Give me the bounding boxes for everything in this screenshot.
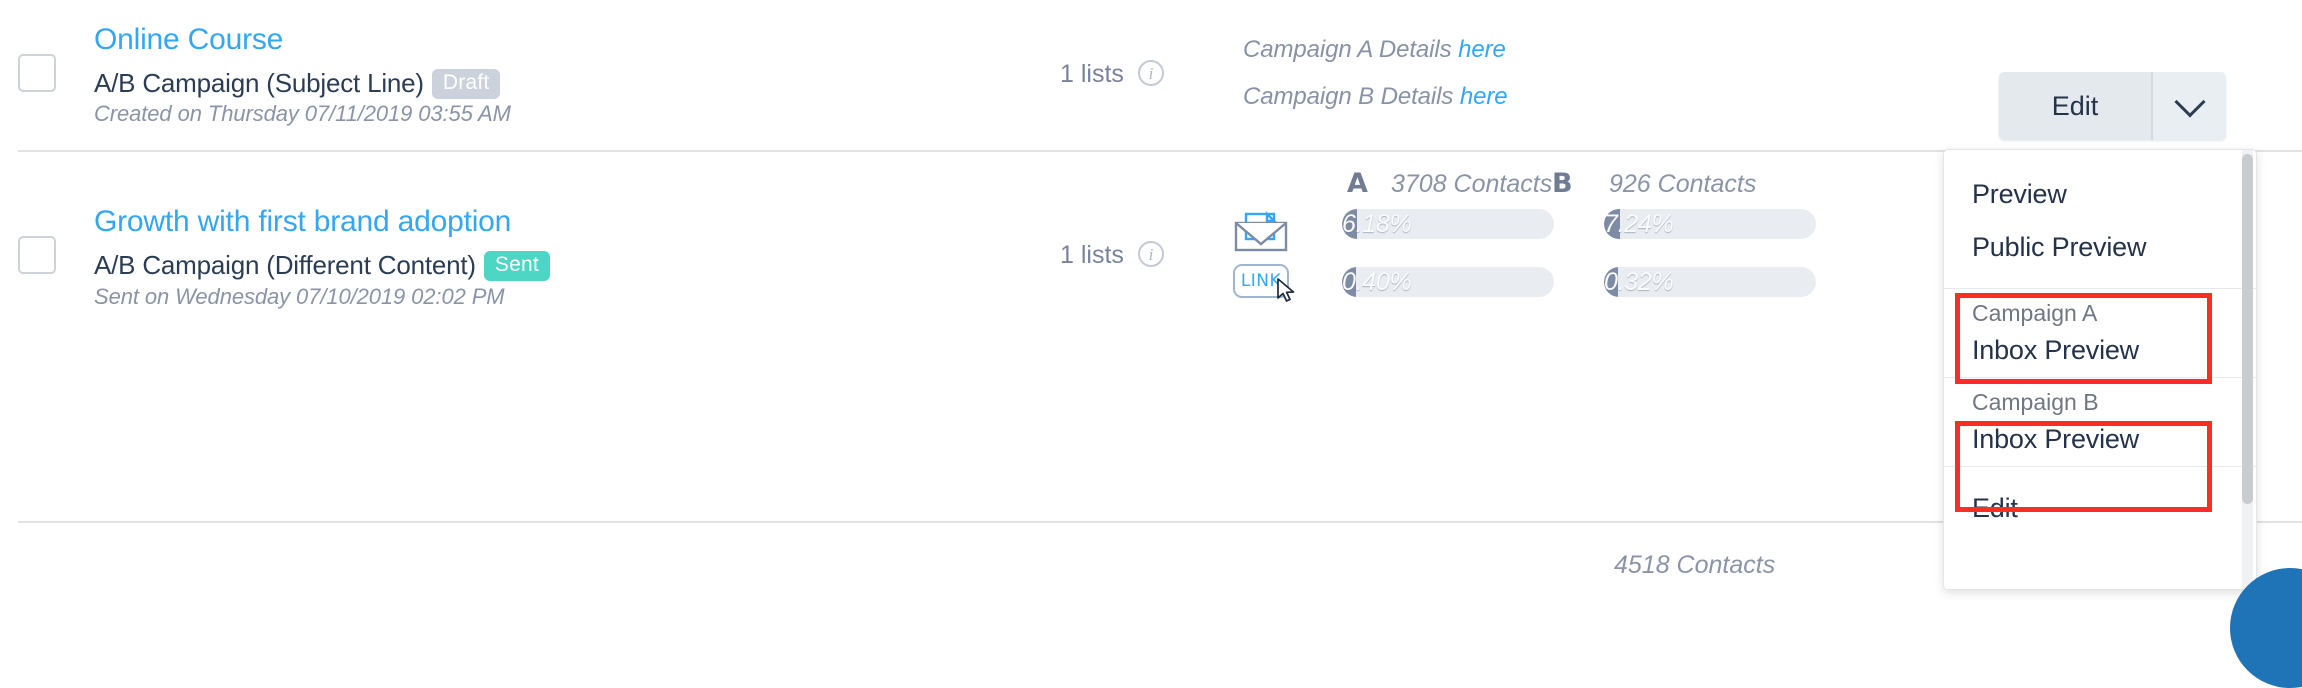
variant-b-letter: B: [1552, 168, 1573, 199]
dropdown-item-preview[interactable]: Preview: [1944, 168, 2256, 220]
dropdown-item-label: Inbox Preview: [1972, 424, 2139, 454]
info-icon[interactable]: i: [1138, 241, 1164, 267]
total-contacts-label: 4518 Contacts: [1614, 551, 1776, 579]
dropdown-item-edit[interactable]: Edit: [1944, 467, 2256, 527]
campaign-type-label: A/B Campaign (Subject Line): [94, 68, 424, 98]
campaign-subtitle: A/B Campaign (Different Content) Sent: [94, 250, 550, 281]
edit-dropdown-toggle[interactable]: [2151, 72, 2226, 140]
mouse-cursor-icon: [1277, 278, 1295, 302]
open-rate-a-value: 6.18%: [1342, 210, 1412, 238]
variant-b-contacts: 926 Contacts: [1609, 170, 1757, 198]
status-badge: Draft: [431, 69, 501, 99]
campaign-type-label: A/B Campaign (Different Content): [94, 250, 476, 280]
dropdown-item-label: Public Preview: [1972, 231, 2147, 262]
variant-a-contacts: 3708 Contacts: [1391, 170, 1553, 198]
lists-count-label: 1 lists: [1060, 241, 1124, 269]
info-icon[interactable]: i: [1138, 60, 1164, 86]
edit-button-group[interactable]: Edit: [1999, 72, 2226, 140]
variant-a-letter: A: [1347, 168, 1368, 199]
dropdown-item-sublabel: Campaign A: [1972, 300, 2098, 326]
campaign-a-details-link[interactable]: here: [1458, 36, 1506, 63]
dropdown-item-campaign-b-inbox-preview[interactable]: Campaign B Inbox Preview: [1944, 378, 2256, 466]
open-rate-b-value: 7.24%: [1604, 210, 1674, 238]
lists-count-label: 1 lists: [1060, 60, 1124, 88]
campaign-date: Sent on Wednesday 07/10/2019 02:02 PM: [94, 284, 505, 309]
open-envelope-icon: [1234, 211, 1288, 252]
dropdown-scrollbar-thumb[interactable]: [2242, 154, 2253, 504]
dropdown-item-public-preview[interactable]: Public Preview: [1944, 220, 2256, 274]
chevron-down-icon: [2173, 85, 2206, 118]
campaign-a-details-text: Campaign A Details: [1243, 36, 1452, 63]
campaign-select-checkbox[interactable]: [18, 54, 56, 92]
dropdown-item-label: Inbox Preview: [1972, 335, 2139, 365]
campaign-b-details-link[interactable]: here: [1460, 83, 1508, 110]
campaign-title-link[interactable]: Growth with first brand adoption: [94, 205, 511, 239]
click-rate-a-value: 0.40%: [1342, 268, 1412, 296]
status-badge: Sent: [483, 251, 550, 281]
dropdown-item-sublabel: Campaign B: [1972, 389, 2099, 415]
edit-button[interactable]: Edit: [1999, 72, 2151, 140]
dropdown-item-label: Preview: [1972, 178, 2067, 209]
dropdown-item-label: Edit: [1972, 492, 2018, 523]
campaign-subtitle: A/B Campaign (Subject Line) Draft: [94, 68, 501, 99]
dropdown-item-campaign-a-inbox-preview[interactable]: Campaign A Inbox Preview: [1944, 289, 2256, 377]
campaign-b-details: Campaign B Details here: [1243, 83, 1508, 111]
actions-dropdown-menu[interactable]: Preview Public Preview Campaign A Inbox …: [1943, 149, 2257, 590]
campaign-a-details: Campaign A Details here: [1243, 36, 1506, 64]
campaign-date: Created on Thursday 07/11/2019 03:55 AM: [94, 101, 511, 126]
campaign-title-link[interactable]: Online Course: [94, 23, 283, 57]
click-rate-b-value: 0.32%: [1604, 268, 1674, 296]
campaign-select-checkbox[interactable]: [18, 236, 56, 274]
campaign-b-details-text: Campaign B Details: [1243, 83, 1454, 110]
